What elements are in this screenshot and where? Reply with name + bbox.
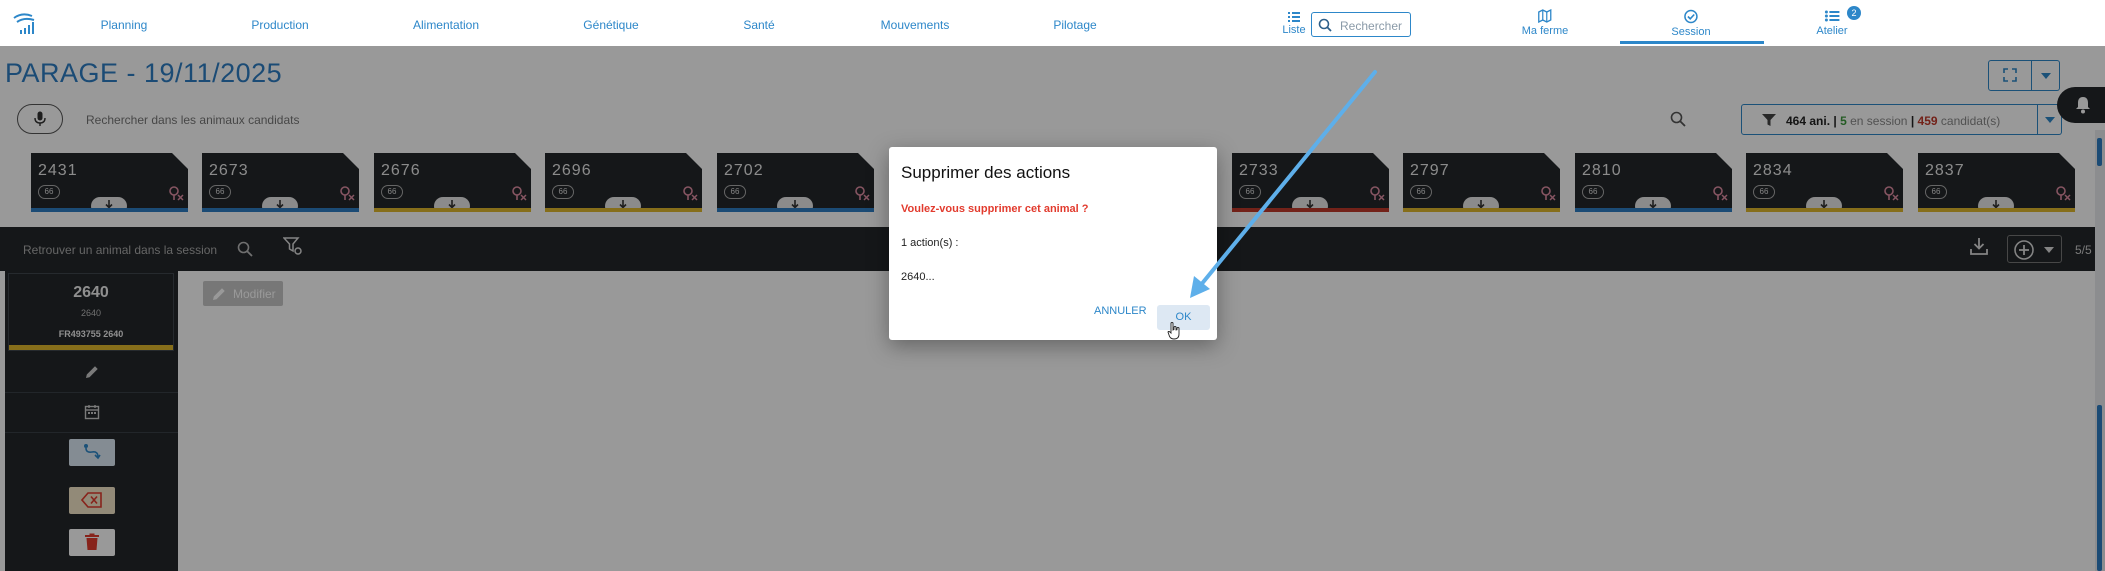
session-active-indicator bbox=[1620, 41, 1764, 44]
dialog-ok-button[interactable]: OK bbox=[1157, 305, 1210, 330]
liste-button[interactable]: Liste bbox=[1281, 10, 1307, 36]
hand-cursor-icon bbox=[1167, 322, 1180, 340]
session-label: Session bbox=[1671, 26, 1711, 38]
dialog-cancel-button[interactable]: ANNULER bbox=[1094, 305, 1147, 317]
map-icon bbox=[1538, 9, 1552, 23]
global-search-placeholder: Rechercher bbox=[1340, 19, 1403, 33]
nav-sante[interactable]: Santé bbox=[743, 18, 774, 32]
list-icon bbox=[1288, 12, 1300, 22]
session-check-icon bbox=[1684, 9, 1698, 24]
atelier-count-badge: 2 bbox=[1847, 6, 1861, 20]
nav-mouvements[interactable]: Mouvements bbox=[881, 18, 950, 32]
app-logo-icon[interactable] bbox=[12, 10, 38, 36]
nav-ma-ferme[interactable]: Ma ferme bbox=[1522, 9, 1568, 37]
nav-genetique[interactable]: Génétique bbox=[583, 18, 638, 32]
nav-alimentation[interactable]: Alimentation bbox=[413, 18, 479, 32]
dialog-title: Supprimer des actions bbox=[901, 163, 1071, 182]
top-navigation: Planning Production Alimentation Génétiq… bbox=[0, 0, 2105, 46]
liste-label: Liste bbox=[1282, 24, 1306, 36]
nav-pilotage[interactable]: Pilotage bbox=[1053, 18, 1096, 32]
atelier-label: Atelier bbox=[1816, 25, 1848, 37]
nav-session[interactable]: Session bbox=[1671, 9, 1711, 38]
nav-production[interactable]: Production bbox=[251, 18, 308, 32]
nav-planning[interactable]: Planning bbox=[101, 18, 148, 32]
global-search-input[interactable]: Rechercher bbox=[1311, 12, 1411, 37]
ma-ferme-label: Ma ferme bbox=[1521, 25, 1569, 37]
dialog-animal: 2640... bbox=[901, 271, 935, 283]
dialog-actions-count: 1 action(s) : bbox=[901, 237, 959, 249]
delete-actions-dialog: Supprimer des actions Voulez-vous suppri… bbox=[889, 147, 1217, 340]
checklist-icon bbox=[1824, 10, 1839, 22]
nav-atelier[interactable]: Atelier bbox=[1816, 9, 1848, 37]
dialog-question: Voulez-vous supprimer cet animal ? bbox=[901, 203, 1089, 215]
search-icon bbox=[1318, 18, 1332, 32]
